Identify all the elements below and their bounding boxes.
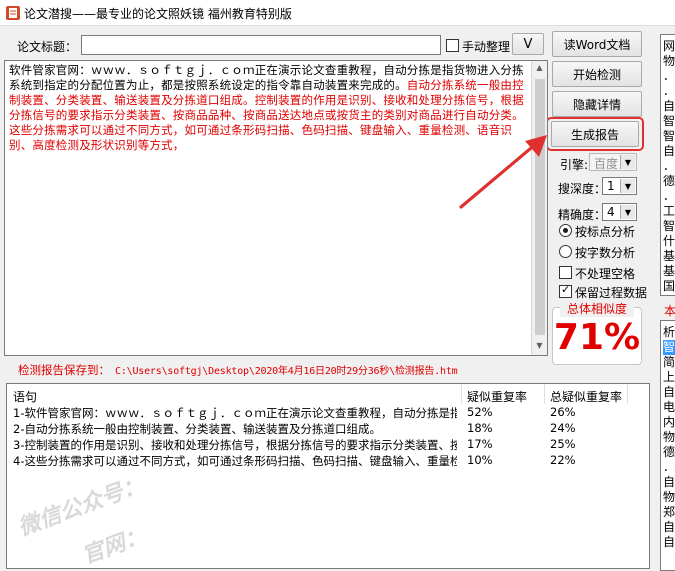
row-rate: 10% xyxy=(467,453,493,467)
rp-bottom-char: 物 xyxy=(663,490,675,504)
row-total: 26% xyxy=(550,405,576,419)
by-chars-radio[interactable] xyxy=(559,245,572,258)
rp-top-char: 基 xyxy=(663,249,675,263)
precision-select-value: 4 xyxy=(607,205,615,219)
row-rate: 17% xyxy=(467,437,493,451)
read-word-button[interactable]: 读Word文档 xyxy=(552,31,642,57)
rp-bottom-char: 郑 xyxy=(663,505,675,519)
right-panel-label: 本 xyxy=(664,304,675,318)
precision-label: 精确度： xyxy=(558,208,607,222)
results-table[interactable]: 语句 疑似重复率 总疑似重复率 1-软件管家官网：ｗｗｗ．ｓｏｆｔｇｊ．ｃｏｍ正… xyxy=(6,383,650,569)
row-sentence: 2-自动分拣系统一般由控制装置、分类装置、输送装置及分拣道口组成。 xyxy=(13,422,381,436)
rp-top-char: ． xyxy=(663,84,675,98)
rp-bottom-char: 德 xyxy=(663,445,675,459)
annotation-arrow-icon xyxy=(459,135,547,209)
engine-select-value: 百度 xyxy=(594,157,619,171)
overall-similarity-label: 总体相似度 xyxy=(560,300,634,317)
row-rate: 18% xyxy=(467,421,493,435)
rp-bottom-char: 自 xyxy=(663,385,675,399)
rp-top-char: 国 xyxy=(663,279,675,293)
rp-bottom-char: 电 xyxy=(663,400,675,414)
rp-bottom-char: ． xyxy=(663,460,675,474)
report-save-label: 检测报告保存到： xyxy=(18,363,110,377)
chevron-down-icon: V xyxy=(523,36,533,52)
rp-bottom-char: 内 xyxy=(663,415,675,429)
rp-top-char: 什 xyxy=(663,234,675,248)
row-sentence: 1-软件管家官网：ｗｗｗ．ｓｏｆｔｇｊ．ｃｏｍ正在演示论文查重教程，自动分拣是指… xyxy=(13,406,457,420)
rp-top-char: 基 xyxy=(663,264,675,278)
by-chars-label: 按字数分析 xyxy=(575,246,636,260)
app-logo-icon xyxy=(5,5,21,21)
rp-top-char: ． xyxy=(663,69,675,83)
paper-content-text: 软件管家官网：ｗｗｗ．ｓｏｆｔｇｊ．ｃｏｍ正在演示论文查重教程，自动分拣是指货物… xyxy=(9,63,531,153)
rp-bottom-char: 简 xyxy=(663,355,675,369)
rp-top-char: 自 xyxy=(663,99,675,113)
rp-top-char: 物 xyxy=(663,54,675,68)
paper-title-input[interactable] xyxy=(81,35,441,55)
overall-similarity-value: 71% xyxy=(553,317,641,358)
chevron-down-icon: ▼ xyxy=(620,155,635,169)
no-space-checkbox[interactable] xyxy=(559,266,572,279)
rp-bottom-char: 自 xyxy=(663,520,675,534)
generate-report-button[interactable]: 生成报告 xyxy=(551,121,639,147)
watermark-website: 官网： xyxy=(79,523,150,569)
rp-top-char: 智 xyxy=(663,129,675,143)
chevron-down-icon: ▼ xyxy=(620,179,635,193)
rp-top-char: 德 xyxy=(663,174,675,188)
column-header-rate[interactable]: 疑似重复率 xyxy=(467,388,528,405)
rp-top-char: 智 xyxy=(663,114,675,128)
title-dropdown-button[interactable]: V xyxy=(512,33,544,55)
keep-process-checkbox[interactable] xyxy=(559,283,572,298)
rp-top-char: ． xyxy=(663,189,675,203)
row-total: 22% xyxy=(550,453,576,467)
rp-top-char: 自 xyxy=(663,144,675,158)
rp-bottom-char: 智 xyxy=(663,340,675,355)
rp-bottom-char: 自 xyxy=(663,475,675,489)
row-rate: 52% xyxy=(467,405,493,419)
row-total: 25% xyxy=(550,437,576,451)
manual-tidy-checkbox[interactable] xyxy=(446,39,459,52)
depth-select-value: 1 xyxy=(607,179,615,193)
rp-top-char: 工 xyxy=(663,204,675,218)
start-check-button[interactable]: 开始检测 xyxy=(552,61,642,87)
depth-label: 搜深度： xyxy=(558,182,607,196)
rp-bottom-char: 上 xyxy=(663,370,675,384)
manual-tidy-label: 手动整理 xyxy=(462,40,511,54)
window-title: 论文潜搜——最专业的论文照妖镜 福州教育特别版 xyxy=(24,7,292,21)
rp-top-char: ． xyxy=(663,159,675,173)
precision-select[interactable]: 4 ▼ xyxy=(602,203,637,221)
table-row[interactable]: 1-软件管家官网：ｗｗｗ．ｓｏｆｔｇｊ．ｃｏｍ正在演示论文查重教程，自动分拣是指… xyxy=(7,404,647,421)
scroll-up-icon[interactable]: ▲ xyxy=(532,63,547,72)
table-row[interactable]: 4-这些分拣需求可以通过不同方式，如可通过条形码扫描、色码扫描、键盘输入、重量检… xyxy=(7,452,647,469)
column-header-total[interactable]: 总疑似重复率 xyxy=(550,388,623,405)
report-save-path[interactable]: C:\Users\softgj\Desktop\2020年4月16日20时29分… xyxy=(115,362,458,377)
row-sentence: 4-这些分拣需求可以通过不同方式，如可通过条形码扫描、色码扫描、键盘输入、重量检… xyxy=(13,454,457,468)
keep-process-label: 保留过程数据 xyxy=(575,286,648,300)
right-side-panel-top[interactable]: 网物．．自智智自．德．工智什基基国 xyxy=(660,34,675,296)
column-header-sentence[interactable]: 语句 xyxy=(13,388,38,405)
engine-select[interactable]: 百度 ▼ xyxy=(589,153,637,171)
by-punctuation-label: 按标点分析 xyxy=(575,225,636,239)
table-row[interactable]: 2-自动分拣系统一般由控制装置、分类装置、输送装置及分拣道口组成。 18% 24… xyxy=(7,420,647,437)
rp-bottom-char: 物 xyxy=(663,430,675,444)
by-punctuation-radio[interactable] xyxy=(559,224,572,237)
paper-title-label: 论文标题： xyxy=(17,40,78,54)
rp-top-char: 网 xyxy=(663,39,675,53)
table-row[interactable]: 3-控制装置的作用是识别、接收和处理分拣信号，根据分拣信号的要求指示分类装置、按… xyxy=(7,436,647,453)
no-space-label: 不处理空格 xyxy=(575,267,636,281)
row-sentence: 3-控制装置的作用是识别、接收和处理分拣信号，根据分拣信号的要求指示分类装置、按… xyxy=(13,438,457,452)
rp-top-char: 智 xyxy=(663,219,675,233)
rp-bottom-char: 自 xyxy=(663,535,675,549)
depth-select[interactable]: 1 ▼ xyxy=(602,177,637,195)
row-total: 24% xyxy=(550,421,576,435)
scroll-down-icon[interactable]: ▼ xyxy=(532,341,547,350)
hide-details-button[interactable]: 隐藏详情 xyxy=(552,91,642,117)
rp-bottom-char: 析 xyxy=(663,325,675,339)
window-titlebar: 论文潜搜——最专业的论文照妖镜 福州教育特别版 xyxy=(0,0,675,26)
chevron-down-icon: ▼ xyxy=(620,205,635,219)
right-side-panel-bottom[interactable]: 析智简上自电内物德．自物郑自自 xyxy=(660,320,675,571)
engine-label: 引擎: xyxy=(560,158,589,172)
